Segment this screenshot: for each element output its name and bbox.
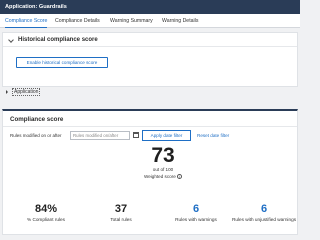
- date-filter-input[interactable]: Rules modified on/after: [70, 131, 130, 140]
- tab-warning-details[interactable]: Warning Details: [162, 14, 198, 28]
- tab-compliance-score[interactable]: Compliance Score: [5, 14, 48, 28]
- compliance-score-section: Compliance score Rules modified on or af…: [2, 109, 298, 235]
- apply-date-filter-button[interactable]: Apply date filter: [142, 130, 191, 141]
- application-label: Application: [12, 88, 41, 96]
- tab-compliance-details[interactable]: Compliance Details: [55, 14, 100, 28]
- weighted-score-label: Weighted score i: [131, 174, 195, 180]
- date-filter-label: Rules modified on or after: [10, 133, 62, 138]
- reset-date-filter-link[interactable]: Reset date filter: [197, 133, 229, 138]
- historical-score-title: Historical compliance score: [18, 37, 98, 43]
- stat-label: Rules with warnings: [175, 217, 217, 222]
- stat-label: % Compliant rules: [26, 217, 66, 222]
- weighted-score-value: 73: [151, 144, 175, 167]
- tab-warning-summary[interactable]: Warning Summary: [110, 14, 153, 28]
- app-title: Application: Guardrails: [5, 4, 67, 10]
- stat-value: 84%: [34, 203, 58, 215]
- stat-value: 37: [114, 203, 128, 215]
- stat-value[interactable]: 6: [161, 203, 231, 215]
- app-header: Application: Guardrails: [0, 0, 300, 14]
- stat-rules-with-warnings[interactable]: 6 Rules with warnings: [161, 203, 231, 222]
- divider: [3, 126, 297, 127]
- stat-rules-unjustified-warnings[interactable]: 6 Rules with unjustified warnings: [229, 203, 299, 222]
- chevron-down-icon: [8, 37, 14, 43]
- enable-historical-score-button[interactable]: Enable historical compliance score: [16, 57, 108, 68]
- caret-right-icon: [6, 90, 8, 94]
- tab-bar: Compliance Score Compliance Details Warn…: [0, 14, 300, 28]
- stat-compliant-rules: 84% % Compliant rules: [11, 203, 81, 222]
- stat-label: Total rules: [110, 217, 132, 222]
- stat-total-rules: 37 Total rules: [86, 203, 156, 222]
- stat-value[interactable]: 6: [229, 203, 299, 215]
- stat-label: Rules with unjustified warnings: [231, 217, 297, 222]
- historical-score-section: Historical compliance score Enable histo…: [2, 32, 298, 87]
- compliance-score-title: Compliance score: [10, 116, 64, 123]
- score-out-of: out of 100: [152, 167, 174, 172]
- calendar-icon[interactable]: [133, 132, 139, 138]
- info-icon[interactable]: i: [177, 174, 183, 180]
- historical-score-header[interactable]: Historical compliance score: [3, 33, 297, 47]
- weighted-score-text: Weighted score: [143, 174, 176, 179]
